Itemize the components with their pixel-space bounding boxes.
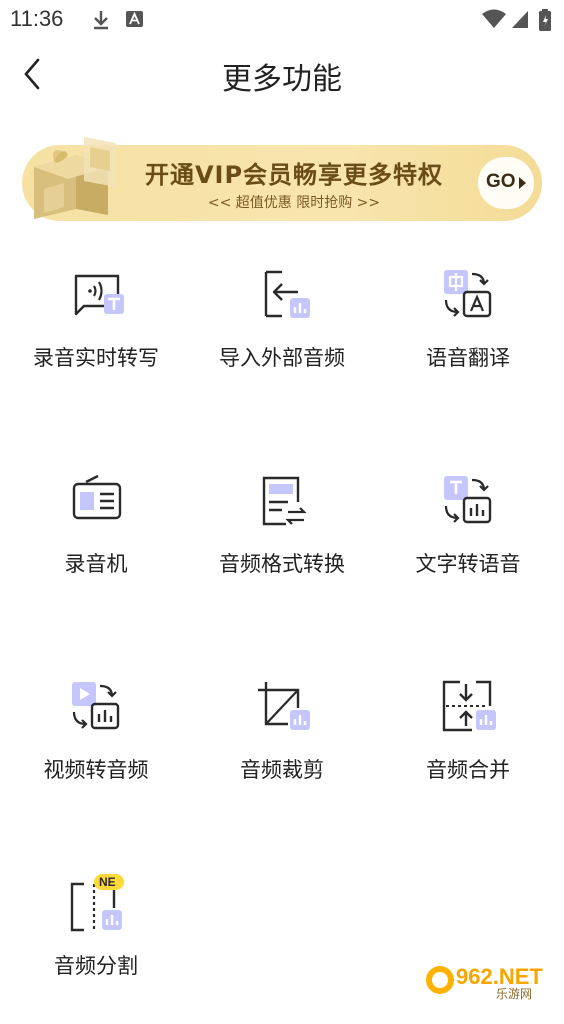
text-to-speech-icon bbox=[444, 476, 492, 524]
feature-label: 录音机 bbox=[64, 552, 128, 576]
feature-label: 文字转语音 bbox=[415, 552, 521, 576]
audio-merge-icon bbox=[442, 680, 496, 732]
feature-label: 视频转音频 bbox=[43, 758, 149, 782]
watermark-subtext: 乐游网 bbox=[496, 987, 532, 1000]
go-button[interactable]: GO bbox=[478, 157, 534, 209]
audio-crop-icon bbox=[258, 682, 310, 730]
feature-audio-merge[interactable]: 音频合并 bbox=[374, 678, 562, 828]
watermark-text: 962.NET bbox=[456, 964, 543, 989]
watermark-logo: 962.NET 乐游网 bbox=[426, 964, 543, 1000]
audio-split-icon: NE bbox=[70, 874, 124, 932]
feature-audio-split[interactable]: NE 音频分割 bbox=[2, 874, 190, 1024]
vip-banner[interactable]: 开通VIP会员畅享更多特权 << 超值优惠 限时抢购 >> GO bbox=[22, 137, 542, 221]
import-audio-icon bbox=[264, 270, 310, 318]
status-bar: 11:36 bbox=[0, 0, 564, 40]
gift-box-icon bbox=[34, 137, 116, 219]
keyboard-a-icon bbox=[126, 11, 143, 27]
feature-speech-to-text[interactable]: 录音实时转写 bbox=[2, 266, 190, 416]
audio-format-convert-icon bbox=[262, 476, 307, 526]
banner-title: 开通VIP会员畅享更多特权 bbox=[144, 161, 444, 189]
feature-text-to-speech[interactable]: 文字转语音 bbox=[374, 472, 562, 622]
feature-import-audio[interactable]: 导入外部音频 bbox=[188, 266, 376, 416]
signal-icon bbox=[512, 11, 528, 28]
feature-video-to-audio[interactable]: 视频转音频 bbox=[2, 678, 190, 828]
status-time: 11:36 bbox=[10, 6, 64, 31]
battery-icon bbox=[539, 9, 551, 31]
new-badge-text: NE bbox=[99, 875, 116, 889]
feature-label: 录音实时转写 bbox=[33, 346, 159, 370]
feature-translate[interactable]: 语音翻译 bbox=[374, 266, 562, 416]
feature-label: 音频分割 bbox=[54, 954, 138, 978]
top-bar: 更多功能 bbox=[0, 40, 564, 110]
banner-subtitle: << 超值优惠 限时抢购 >> bbox=[207, 195, 381, 211]
feature-label: 导入外部音频 bbox=[219, 346, 345, 370]
feature-audio-format-convert[interactable]: 音频格式转换 bbox=[188, 472, 376, 622]
feature-audio-crop[interactable]: 音频裁剪 bbox=[188, 678, 376, 828]
feature-label: 音频裁剪 bbox=[240, 758, 324, 782]
feature-label: 音频合并 bbox=[426, 758, 510, 782]
wifi-icon bbox=[482, 9, 506, 28]
go-button-label: GO bbox=[486, 171, 516, 192]
recorder-icon bbox=[72, 474, 122, 520]
feature-label: 语音翻译 bbox=[426, 346, 510, 370]
feature-label: 音频格式转换 bbox=[219, 552, 345, 576]
translate-icon bbox=[444, 270, 492, 318]
speech-to-text-icon bbox=[74, 274, 124, 316]
page-title: 更多功能 bbox=[222, 62, 342, 97]
play-arrow-icon bbox=[519, 177, 526, 189]
video-to-audio-icon bbox=[72, 682, 120, 730]
feature-recorder[interactable]: 录音机 bbox=[2, 472, 190, 622]
download-icon bbox=[94, 11, 108, 30]
